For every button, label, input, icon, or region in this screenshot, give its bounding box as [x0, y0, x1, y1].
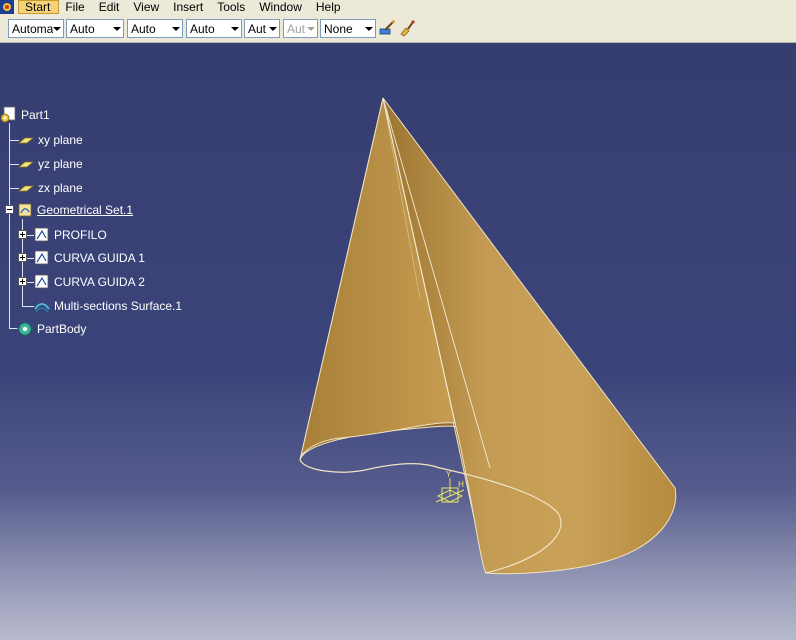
menu-bar: Start File Edit View Insert Tools Window…: [0, 0, 796, 14]
tree-node-label: Geometrical Set.1: [37, 203, 134, 217]
tree-node-yz-plane[interactable]: yz plane: [17, 155, 83, 173]
axis-compass-icon: Y H: [435, 470, 465, 503]
expand-toggle[interactable]: [18, 253, 27, 262]
point-type-combo[interactable]: Aut: [244, 19, 280, 38]
expand-toggle[interactable]: [18, 230, 27, 239]
plane-icon: [17, 137, 35, 144]
plane-icon: [17, 161, 35, 168]
paint-brush-icon[interactable]: [378, 19, 396, 37]
line-type-combo[interactable]: Auto: [186, 19, 242, 38]
chevron-down-icon[interactable]: [53, 27, 61, 31]
transparency-combo[interactable]: Auto: [66, 19, 124, 38]
part-icon: [0, 106, 16, 123]
menu-view[interactable]: View: [127, 0, 167, 14]
tree-node-label: PartBody: [37, 322, 87, 336]
plane-icon: [17, 185, 35, 192]
tree-node-xy-plane[interactable]: xy plane: [17, 131, 83, 149]
transparency-combo-value: Auto: [70, 22, 95, 36]
tree-node-label: yz plane: [38, 157, 83, 171]
tree-node-label: Part1: [21, 108, 50, 122]
tree-node-label: CURVA GUIDA 2: [54, 275, 145, 289]
line-type-combo-value: Auto: [190, 22, 215, 36]
tree-node-label: xy plane: [38, 133, 83, 147]
layer-combo[interactable]: None: [320, 19, 376, 38]
graphic-properties-toolbar: Automa Auto Auto Auto Aut Aut None: [0, 14, 796, 43]
geometrical-set-icon: [18, 203, 32, 217]
body-gear-icon: [17, 321, 33, 337]
tree-node-curva-guida-1[interactable]: CURVA GUIDA 1: [33, 249, 145, 267]
tree-node-part[interactable]: Part1: [0, 106, 50, 124]
menu-edit[interactable]: Edit: [93, 0, 128, 14]
chevron-down-icon[interactable]: [269, 27, 277, 31]
axis-y-label: Y: [445, 470, 451, 479]
menu-file[interactable]: File: [59, 0, 92, 14]
catia-app-icon[interactable]: [0, 0, 14, 14]
rendering-style-combo[interactable]: Aut: [283, 19, 318, 38]
expand-toggle[interactable]: [18, 277, 27, 286]
3d-viewport[interactable]: Y H Part1 xy plane yz plane zx plane Geo…: [0, 43, 796, 640]
layer-combo-value: None: [324, 22, 353, 36]
tree-node-geometrical-set[interactable]: Geometrical Set.1: [16, 201, 133, 219]
point-type-combo-value: Aut: [248, 22, 267, 36]
menu-start[interactable]: Start: [18, 0, 60, 14]
tree-node-label: zx plane: [38, 181, 83, 195]
sketch-icon: [34, 227, 49, 242]
tree-node-multi-sections-surface[interactable]: Multi-sections Surface.1: [33, 297, 182, 315]
menu-tools[interactable]: Tools: [211, 0, 253, 14]
sketch-icon: [34, 274, 49, 289]
collapse-toggle[interactable]: [5, 205, 14, 214]
line-thickness-combo-value: Auto: [131, 22, 156, 36]
sketch-icon: [34, 250, 49, 265]
chevron-down-icon[interactable]: [172, 27, 180, 31]
chevron-down-icon[interactable]: [113, 27, 121, 31]
tree-node-zx-plane[interactable]: zx plane: [17, 179, 83, 197]
chevron-down-icon[interactable]: [307, 27, 315, 31]
specification-tree: Part1 xy plane yz plane zx plane Geometr…: [0, 43, 300, 363]
tree-node-label: Multi-sections Surface.1: [54, 299, 183, 313]
menu-window[interactable]: Window: [253, 0, 310, 14]
rendering-style-combo-value: Aut: [287, 22, 306, 36]
color-combo-value: Automa: [12, 22, 54, 36]
format-painter-icon[interactable]: [398, 19, 416, 37]
tree-node-curva-guida-2[interactable]: CURVA GUIDA 2: [33, 273, 145, 291]
menu-help[interactable]: Help: [310, 0, 349, 14]
tree-node-profilo[interactable]: PROFILO: [33, 226, 107, 244]
chevron-down-icon[interactable]: [365, 27, 373, 31]
axis-h-label: H: [458, 480, 464, 489]
tree-node-partbody[interactable]: PartBody: [16, 320, 86, 338]
multi-sections-surface-icon: [34, 303, 50, 313]
menu-insert[interactable]: Insert: [167, 0, 211, 14]
tree-node-label: PROFILO: [54, 228, 107, 242]
line-thickness-combo[interactable]: Auto: [127, 19, 183, 38]
color-combo[interactable]: Automa: [8, 19, 64, 38]
tree-node-label: CURVA GUIDA 1: [54, 251, 145, 265]
chevron-down-icon[interactable]: [231, 27, 239, 31]
